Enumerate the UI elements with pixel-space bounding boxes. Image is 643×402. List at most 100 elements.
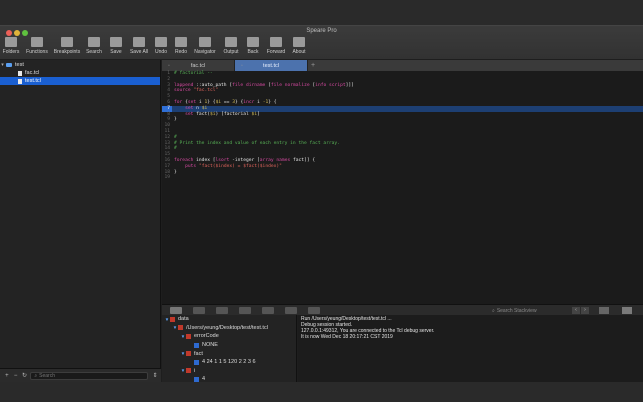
redo-icon bbox=[175, 37, 187, 47]
variable-row[interactable]: ▼ data bbox=[162, 315, 296, 324]
toolbar-save-button[interactable]: Save bbox=[106, 36, 126, 60]
toolbar-label: Functions bbox=[26, 49, 48, 55]
stop-icon[interactable] bbox=[193, 306, 205, 314]
code-token: # Print the index and value of each entr… bbox=[174, 140, 340, 146]
code-token: "fac.tcl" bbox=[193, 88, 219, 94]
toolbar-output-button[interactable]: Output bbox=[220, 36, 242, 60]
variable-label: /Users/yeung/Desktop/test/test.tcl bbox=[186, 324, 268, 331]
code-token: } { bbox=[207, 99, 216, 105]
toolbar-folders-button[interactable]: Folders bbox=[0, 36, 22, 60]
toolbar-label: Output bbox=[223, 49, 239, 55]
stackview-search-placeholder: Search Stackview bbox=[496, 307, 537, 314]
toolbar-label: Undo bbox=[155, 49, 167, 55]
sidebar-search-field[interactable]: ⌕ bbox=[30, 372, 149, 380]
step-into-icon[interactable] bbox=[239, 306, 251, 314]
toolbar-about-button[interactable]: About bbox=[290, 36, 308, 60]
file-sidebar: ▾ test fac.tcl test.tcl + − ↻ ⌕ ⇕ bbox=[0, 60, 161, 383]
variable-row[interactable]: ▼/Users/yeung/Desktop/test/test.tcl bbox=[162, 324, 296, 333]
toolbar-label: Save All bbox=[129, 49, 149, 55]
variable-row[interactable]: 4 24 1 1 5 120 2 2 3 6 bbox=[162, 358, 296, 367]
file-icon bbox=[18, 70, 22, 76]
panel-layout-icon[interactable] bbox=[599, 307, 609, 314]
titlebar: Speare Pro Folders Functions Breakpoints Se… bbox=[0, 26, 643, 59]
refresh-icon[interactable]: ↻ bbox=[22, 373, 28, 379]
code-token: array names bbox=[259, 157, 291, 163]
output-icon bbox=[225, 37, 237, 47]
tab-test[interactable]: ▫ test.tcl bbox=[235, 60, 308, 71]
code-token: file normalize bbox=[270, 82, 310, 88]
restart-icon[interactable] bbox=[285, 306, 297, 314]
save-all-icon bbox=[133, 37, 145, 47]
panel-toggle-icon[interactable] bbox=[622, 307, 632, 314]
code-text: puts "fact($index) = $fact($index)" bbox=[172, 164, 282, 170]
sidebar-search-input[interactable] bbox=[39, 373, 140, 379]
toolbar-back-button[interactable]: Back bbox=[244, 36, 262, 60]
toolbar-redo-button[interactable]: Redo bbox=[172, 36, 190, 60]
step-out-icon[interactable] bbox=[262, 306, 274, 314]
code-token: } bbox=[174, 117, 177, 123]
variable-label: data bbox=[178, 316, 189, 323]
code-token: incr bbox=[243, 99, 255, 105]
folder-name: test bbox=[15, 62, 24, 68]
variable-row[interactable]: ▼ errorCode bbox=[162, 332, 296, 341]
toolbar-breakpoints-button[interactable]: Breakpoints bbox=[52, 36, 82, 60]
step-over-icon[interactable] bbox=[216, 306, 228, 314]
toolbar-label: About bbox=[292, 49, 306, 55]
code-token: index [ bbox=[193, 157, 216, 163]
code-token: set bbox=[187, 99, 197, 105]
variable-row[interactable]: ▼ fact bbox=[162, 349, 296, 358]
file-name: fac.tcl bbox=[25, 70, 40, 76]
file-row-fac[interactable]: fac.tcl bbox=[0, 69, 160, 77]
inspect-icon[interactable] bbox=[308, 306, 320, 314]
editor-tabbar: ▫ fac.tcl ▫ test.tcl + bbox=[162, 60, 643, 71]
continue-icon[interactable] bbox=[170, 306, 182, 314]
toolbar-search-button[interactable]: Search bbox=[84, 36, 104, 60]
code-token: factorial bbox=[223, 111, 249, 117]
tab-close-icon[interactable]: ▫ bbox=[241, 63, 243, 69]
about-icon bbox=[293, 37, 305, 47]
toolbar: Folders Functions Breakpoints Search Save Sav… bbox=[0, 36, 310, 60]
toolbar-navigator-button[interactable]: Navigator bbox=[192, 36, 218, 60]
variable-icon bbox=[170, 316, 175, 322]
code-token: # bbox=[174, 134, 177, 140]
search-icon bbox=[88, 37, 100, 47]
code-line[interactable]: 19 bbox=[162, 175, 643, 181]
toolbar-save-all-button[interactable]: Save All bbox=[128, 36, 150, 60]
toolbar-functions-button[interactable]: Functions bbox=[24, 36, 50, 60]
chevron-left-icon[interactable]: ‹ bbox=[572, 307, 580, 314]
toolbar-forward-button[interactable]: Forward bbox=[264, 36, 288, 60]
breakpoints-icon bbox=[61, 37, 73, 47]
file-icon bbox=[18, 78, 22, 84]
scope-stepper-icon[interactable]: ⇕ bbox=[152, 373, 158, 379]
chevron-right-icon[interactable]: › bbox=[581, 307, 589, 314]
variable-icon bbox=[186, 333, 191, 339]
variable-row[interactable]: ▼ i bbox=[162, 367, 296, 376]
disclosure-open-icon[interactable]: ▾ bbox=[0, 62, 5, 68]
remove-icon[interactable]: − bbox=[13, 373, 19, 379]
toolbar-label: Back bbox=[247, 49, 259, 55]
window-title: Speare Pro bbox=[306, 28, 337, 34]
toolbar-undo-button[interactable]: Undo bbox=[152, 36, 170, 60]
code-token: info script bbox=[315, 82, 346, 88]
add-icon[interactable]: + bbox=[4, 373, 10, 379]
tab-fac[interactable]: ▫ fac.tcl bbox=[162, 60, 235, 71]
variable-row[interactable]: NONE bbox=[162, 341, 296, 350]
folder-row[interactable]: ▾ test bbox=[0, 61, 160, 69]
file-row-test[interactable]: test.tcl bbox=[0, 77, 160, 85]
debug-toolbar: ⌕ Search Stackview ‹ › bbox=[162, 304, 643, 315]
code-token: n bbox=[193, 105, 202, 111]
toolbar-label: Breakpoints bbox=[53, 49, 81, 55]
folder-icon bbox=[6, 63, 12, 67]
new-tab-icon[interactable]: + bbox=[308, 60, 318, 71]
tab-close-icon[interactable]: ▫ bbox=[168, 63, 170, 69]
app-window: Speare Pro Folders Functions Breakpoints Se… bbox=[0, 25, 643, 402]
toolbar-label: Redo bbox=[175, 49, 187, 55]
line-number[interactable]: 19 bbox=[162, 175, 172, 181]
stackview-search-field[interactable]: ⌕ Search Stackview bbox=[492, 307, 567, 314]
code-editor[interactable]: 1 # factorial -- 2 3 lappend ::auto_path [fi… bbox=[162, 71, 643, 304]
code-token: ] bbox=[257, 111, 260, 117]
